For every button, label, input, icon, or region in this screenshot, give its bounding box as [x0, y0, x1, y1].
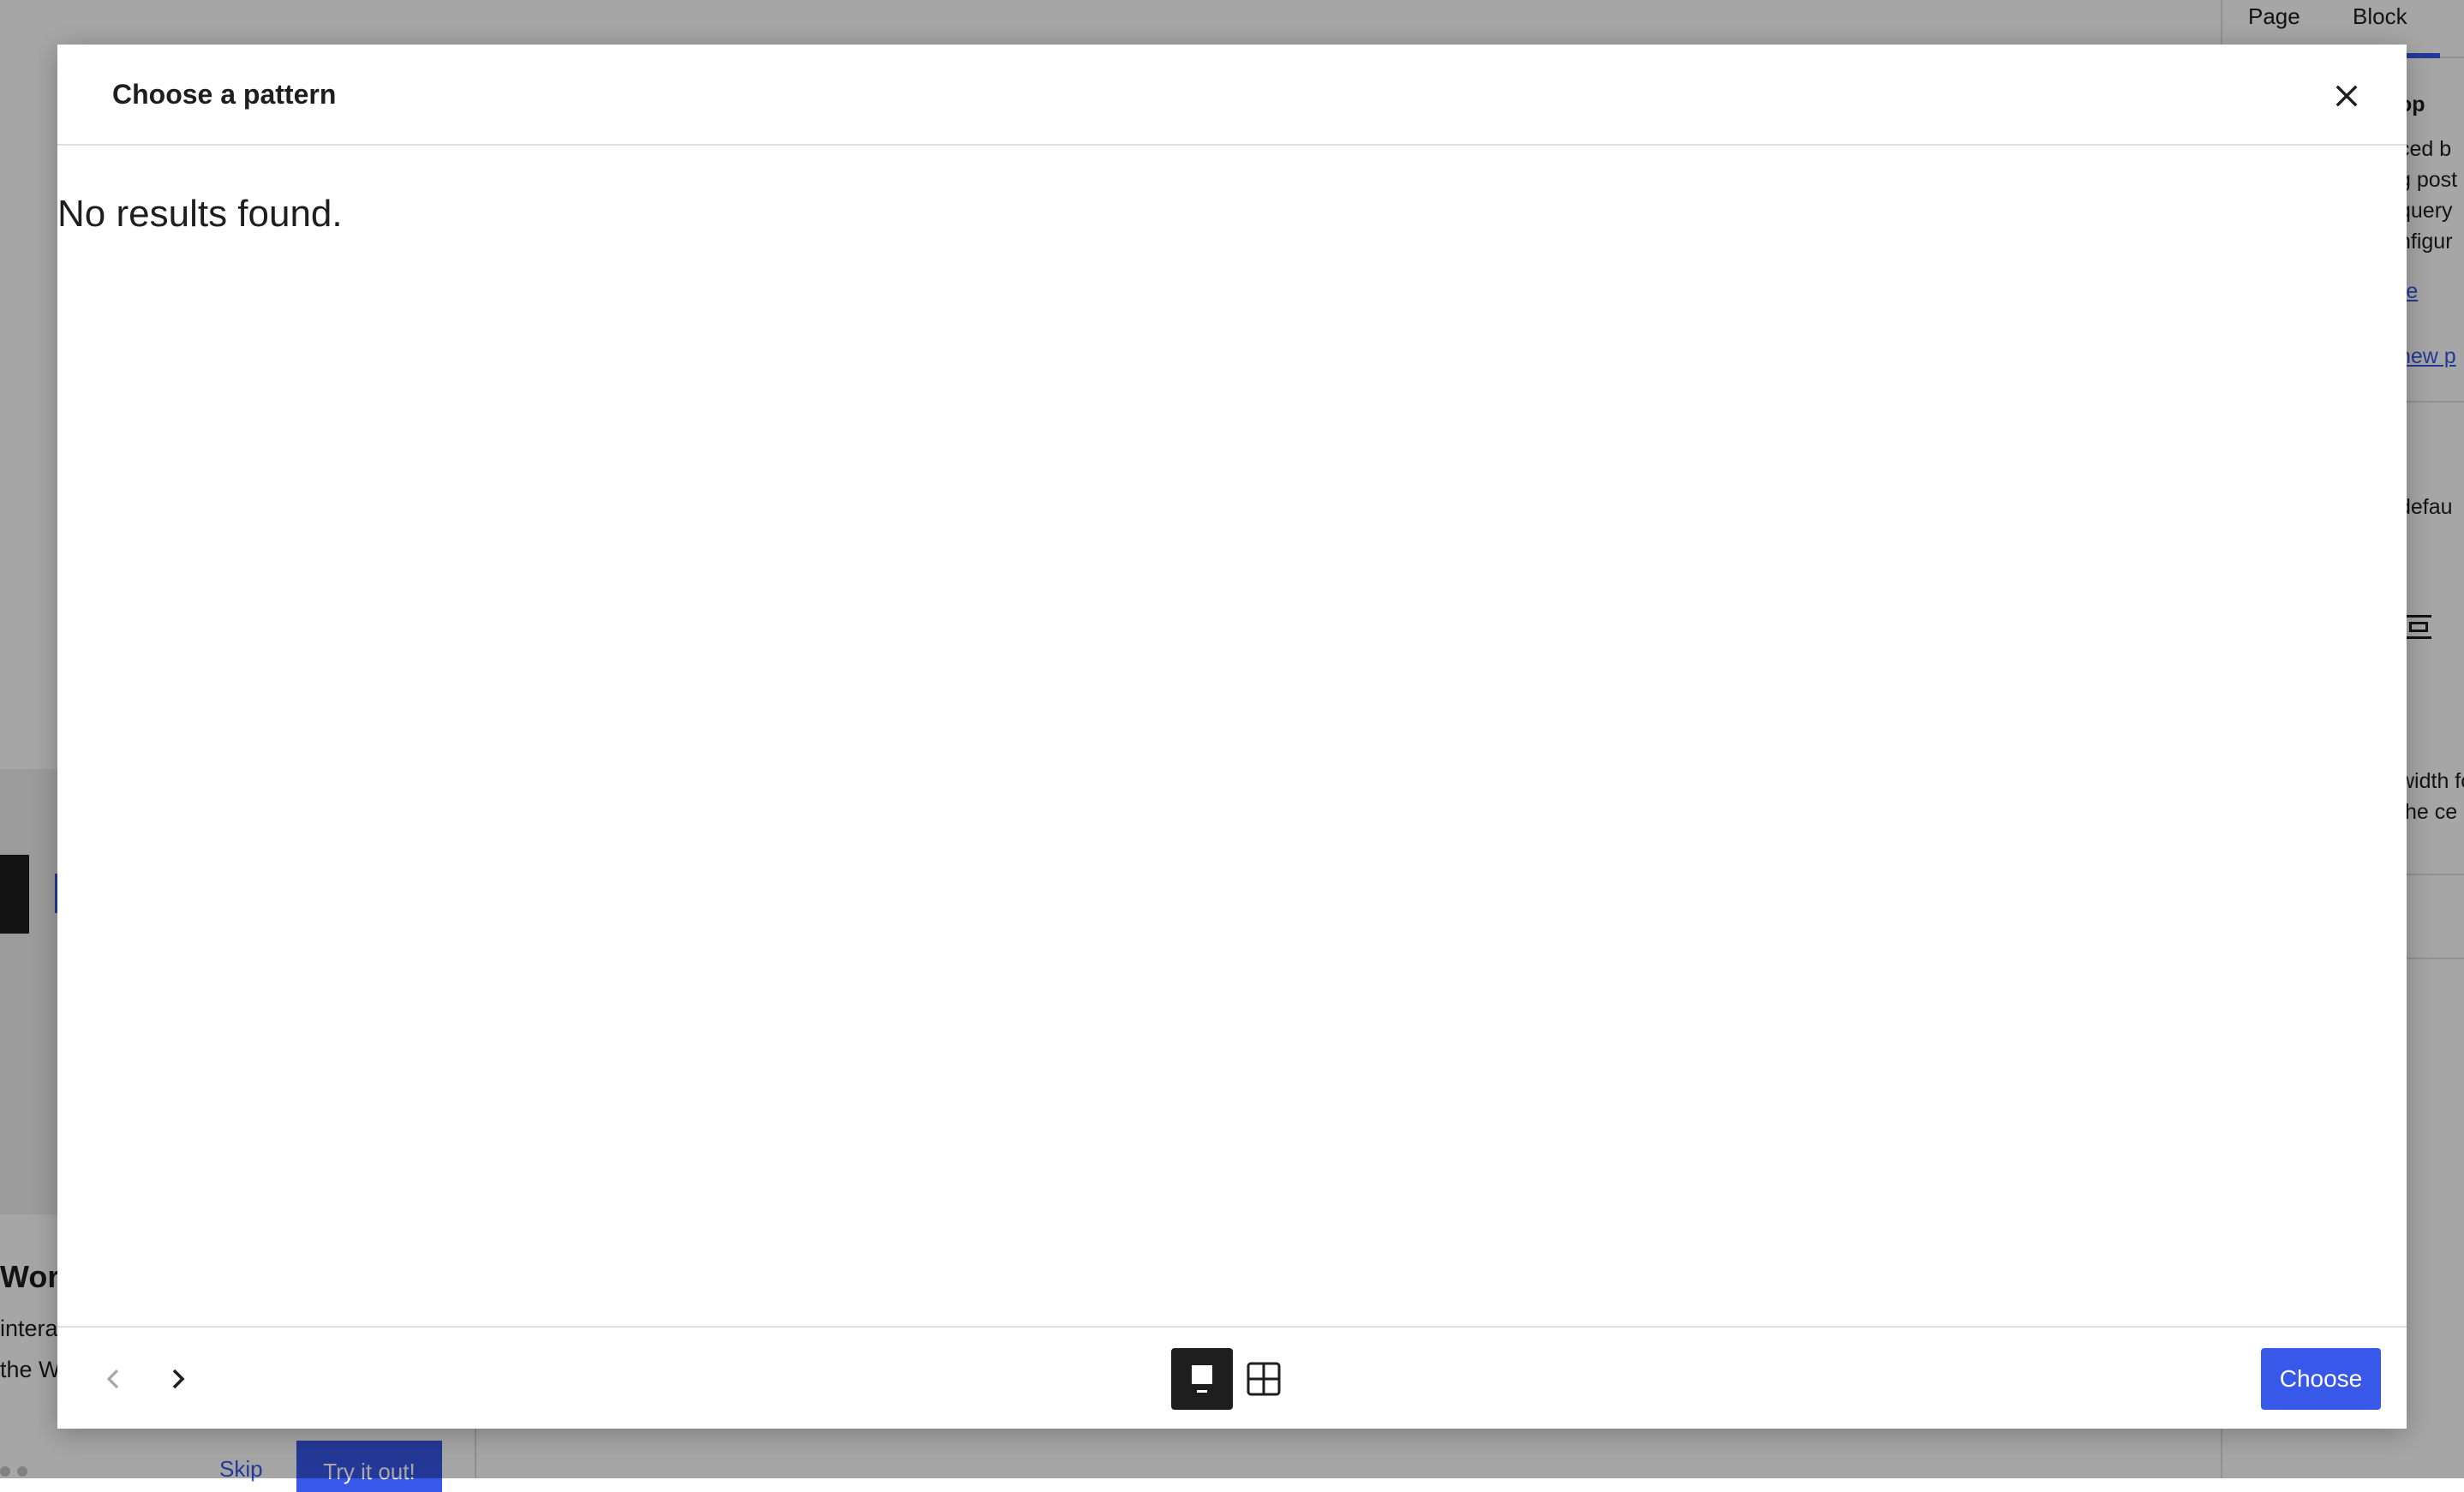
next-pattern-button[interactable] — [158, 1360, 196, 1398]
choose-pattern-modal: Choose a pattern No results found. Choos… — [57, 45, 2407, 1429]
close-icon — [2335, 85, 2358, 107]
choose-button[interactable]: Choose — [2261, 1348, 2381, 1410]
modal-title: Choose a pattern — [112, 79, 337, 110]
chevron-right-icon — [172, 1369, 185, 1389]
no-results-message: No results found. — [57, 193, 343, 235]
previous-pattern-button[interactable] — [95, 1360, 133, 1398]
modal-header: Choose a pattern — [57, 45, 2407, 146]
close-button[interactable] — [2319, 69, 2374, 123]
carousel-view-icon — [1192, 1365, 1212, 1393]
chevron-left-icon — [106, 1369, 119, 1389]
grid-view-button[interactable] — [1233, 1348, 1295, 1410]
modal-footer: Choose — [57, 1326, 2407, 1429]
grid-view-icon — [1247, 1362, 1281, 1396]
carousel-view-button[interactable] — [1171, 1348, 1233, 1410]
